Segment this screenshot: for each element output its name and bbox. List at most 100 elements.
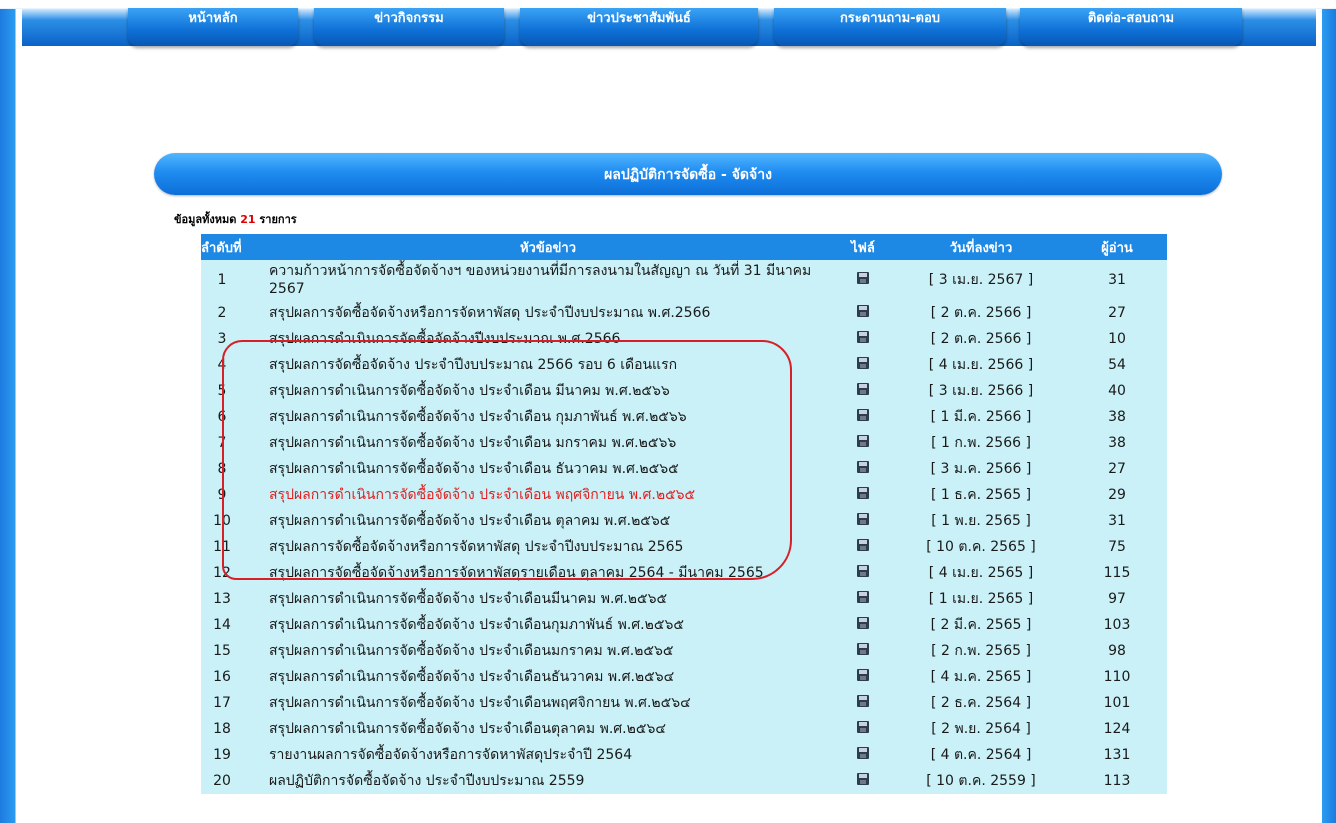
nav-tab-contact[interactable]: ติดต่อ-สอบถาม [1020,8,1242,46]
row-index: 17 [213,695,231,711]
row-readers: 131 [1103,747,1131,763]
floppy-disk-icon[interactable] [857,513,869,525]
news-title-link[interactable]: รายงานผลการจัดซื้อจัดจ้างหรือการจัดหาพัส… [269,747,632,763]
nav-tab-home[interactable]: หน้าหลัก [128,8,298,46]
news-title-link[interactable]: สรุปผลการจัดซื้อจัดจ้างหรือการจัดหาพัสดุ… [269,539,683,555]
floppy-disk-icon[interactable] [857,487,869,499]
record-count-number: 21 [240,213,256,226]
table-row: 12 สรุปผลการจัดซื้อจัดจ้างหรือการจัดหาพัส… [201,560,1167,586]
news-title-link[interactable]: สรุปผลการดำเนินการจัดซื้อจัดจ้าง ประจำเด… [269,513,670,529]
news-title-link[interactable]: สรุปผลการดำเนินการจัดซื้อจัดจ้าง ประจำเด… [269,487,695,503]
row-title-cell: สรุปผลการดำเนินการจัดซื้อจัดจ้าง ประจำเด… [265,716,831,742]
row-file-cell [831,716,895,742]
news-title-link[interactable]: สรุปผลการดำเนินการจัดซื้อจัดจ้าง ประจำเด… [269,617,684,633]
news-title-link[interactable]: สรุปผลการดำเนินการจัดซื้อจัดจ้าง ประจำเด… [269,383,670,399]
row-index: 5 [217,383,227,399]
news-title-link[interactable]: สรุปผลการดำเนินการจัดซื้อจัดจ้าง ประจำเด… [269,435,676,451]
news-title-link[interactable]: สรุปผลการจัดซื้อจัดจ้าง ประจำปีงบประมาณ … [269,357,677,373]
column-header-title: หัวข้อข่าว [265,234,831,260]
row-index: 18 [213,721,231,737]
row-date: [ 4 เม.ย. 2565 ] [928,565,1034,581]
floppy-disk-icon[interactable] [857,565,869,577]
row-date: [ 2 ต.ค. 2566 ] [930,331,1032,347]
floppy-disk-icon[interactable] [857,305,869,317]
floppy-disk-icon[interactable] [857,773,869,785]
row-index: 15 [213,643,231,659]
row-title-cell: ความก้าวหน้าการจัดซื้อจัดจ้างฯ ของหน่วยง… [265,260,831,300]
row-title-cell: รายงานผลการจัดซื้อจัดจ้างหรือการจัดหาพัส… [265,742,831,768]
column-header-file: ไฟล์ [831,234,895,260]
row-readers: 101 [1103,695,1131,711]
news-title-link[interactable]: ความก้าวหน้าการจัดซื้อจัดจ้างฯ ของหน่วยง… [269,263,811,297]
news-title-link[interactable]: สรุปผลการดำเนินการจัดซื้อจัดจ้าง ประจำเด… [269,461,679,477]
nav-tab-qa-board[interactable]: กระดานถาม-ตอบ [774,8,1006,46]
floppy-disk-icon[interactable] [857,435,869,447]
table-row: 15 สรุปผลการดำเนินการจัดซื้อจัดจ้าง ประจำ… [201,638,1167,664]
row-index: 10 [213,513,231,529]
floppy-disk-icon[interactable] [857,591,869,603]
row-file-cell [831,326,895,352]
news-title-link[interactable]: สรุปผลการดำเนินการจัดซื้อจัดจ้าง ประจำเด… [269,669,674,685]
row-readers: 98 [1108,643,1126,659]
table-row: 16 สรุปผลการดำเนินการจัดซื้อจัดจ้าง ประจำ… [201,664,1167,690]
floppy-disk-icon[interactable] [857,461,869,473]
news-title-link[interactable]: สรุปผลการดำเนินการจัดซื้อจัดจ้าง ประจำเด… [269,409,687,425]
floppy-disk-icon[interactable] [857,695,869,707]
row-file-cell [831,404,895,430]
row-file-cell [831,508,895,534]
floppy-disk-icon[interactable] [857,669,869,681]
floppy-disk-icon[interactable] [857,383,869,395]
row-index: 19 [213,747,231,763]
floppy-disk-icon[interactable] [857,539,869,551]
row-readers: 27 [1108,461,1126,477]
row-file-cell [831,260,895,300]
row-title-cell: สรุปผลการดำเนินการจัดซื้อจัดจ้างปีงบประม… [265,326,831,352]
record-count-suffix: รายการ [259,213,297,226]
news-title-link[interactable]: สรุปผลการดำเนินการจัดซื้อจัดจ้าง ประจำเด… [269,695,691,711]
floppy-disk-icon[interactable] [857,643,869,655]
floppy-disk-icon[interactable] [857,357,869,369]
row-readers: 27 [1108,305,1126,321]
row-readers: 103 [1103,617,1131,633]
nav-tab-label: กระดานถาม-ตอบ [839,11,941,26]
row-readers: 29 [1108,487,1126,503]
row-title-cell: สรุปผลการจัดซื้อจัดจ้างหรือการจัดหาพัสดุ… [265,560,831,586]
table-row: 1 ความก้าวหน้าการจัดซื้อจัดจ้างฯ ของหน่วย… [201,260,1167,300]
news-title-link[interactable]: สรุปผลการดำเนินการจัดซื้อจัดจ้างปีงบประม… [269,331,620,347]
news-title-link[interactable]: สรุปผลการดำเนินการจัดซื้อจัดจ้าง ประจำเด… [269,643,673,659]
table-row: 14 สรุปผลการดำเนินการจัดซื้อจัดจ้าง ประจำ… [201,612,1167,638]
news-title-link[interactable]: สรุปผลการจัดซื้อจัดจ้างหรือการจัดหาพัสดุ… [269,305,710,321]
news-title-link[interactable]: สรุปผลการจัดซื้อจัดจ้างหรือการจัดหาพัสดุ… [269,565,764,581]
news-title-link[interactable]: สรุปผลการดำเนินการจัดซื้อจัดจ้าง ประจำเด… [269,721,666,737]
row-title-cell: สรุปผลการดำเนินการจัดซื้อจัดจ้าง ประจำเด… [265,664,831,690]
floppy-disk-icon[interactable] [857,617,869,629]
row-date: [ 2 ธ.ค. 2564 ] [930,695,1032,711]
row-file-cell [831,664,895,690]
row-date: [ 10 ต.ค. 2565 ] [926,539,1036,555]
nav-tab-public-relations[interactable]: ข่าวประชาสัมพันธ์ [520,8,758,46]
row-file-cell [831,742,895,768]
table-row: 8 สรุปผลการดำเนินการจัดซื้อจัดจ้าง ประจำเ… [201,456,1167,482]
floppy-disk-icon[interactable] [857,272,869,284]
news-title-link[interactable]: สรุปผลการดำเนินการจัดซื้อจัดจ้าง ประจำเด… [269,591,667,607]
row-file-cell [831,534,895,560]
floppy-disk-icon[interactable] [857,747,869,759]
row-index: 16 [213,669,231,685]
row-readers: 113 [1103,773,1131,789]
row-title-cell: สรุปผลการดำเนินการจัดซื้อจัดจ้าง ประจำเด… [265,404,831,430]
floppy-disk-icon[interactable] [857,409,869,421]
row-title-cell: สรุปผลการดำเนินการจัดซื้อจัดจ้าง ประจำเด… [265,612,831,638]
row-file-cell [831,638,895,664]
right-frame-edge [1316,9,1336,823]
row-title-cell: สรุปผลการดำเนินการจัดซื้อจัดจ้าง ประจำเด… [265,482,831,508]
row-title-cell: ผลปฏิบัติการจัดซื้อจัดจ้าง ประจำปีงบประม… [265,768,831,794]
floppy-disk-icon[interactable] [857,721,869,733]
row-readers: 38 [1108,409,1126,425]
nav-tab-activities[interactable]: ข่าวกิจกรรม [314,8,504,46]
floppy-disk-icon[interactable] [857,331,869,343]
row-date: [ 3 เม.ย. 2567 ] [928,272,1034,288]
table-row: 18 สรุปผลการดำเนินการจัดซื้อจัดจ้าง ประจำ… [201,716,1167,742]
row-title-cell: สรุปผลการดำเนินการจัดซื้อจัดจ้าง ประจำเด… [265,430,831,456]
news-title-link[interactable]: ผลปฏิบัติการจัดซื้อจัดจ้าง ประจำปีงบประม… [269,773,584,789]
row-readers: 115 [1103,565,1131,581]
